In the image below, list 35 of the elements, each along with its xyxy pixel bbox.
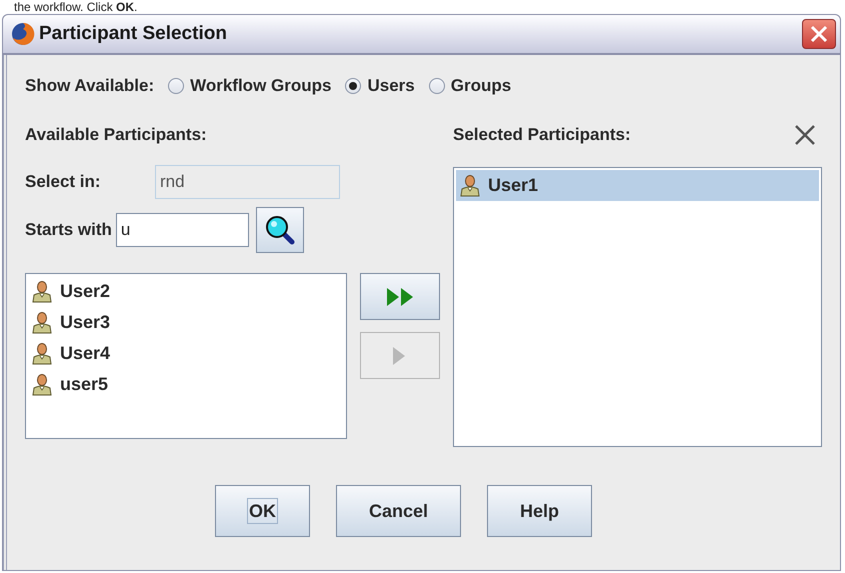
select-in-label: Select in:: [25, 172, 102, 192]
available-heading: Available Participants:: [25, 125, 207, 145]
list-item[interactable]: user5: [28, 369, 344, 400]
user-icon: [32, 342, 52, 364]
list-item[interactable]: User4: [28, 338, 344, 369]
dialog-button[interactable]: Cancel: [336, 485, 461, 537]
search-button[interactable]: [256, 207, 304, 253]
close-button[interactable]: [802, 19, 836, 49]
search-icon: [264, 215, 295, 245]
radio-option[interactable]: Workflow Groups: [168, 76, 332, 96]
user-icon: [32, 280, 52, 302]
user-icon: [460, 174, 480, 196]
dialog-button[interactable]: OK: [214, 485, 310, 537]
radio-circle[interactable]: [345, 78, 362, 94]
close-icon: [809, 24, 829, 44]
double-arrow-icon: [385, 286, 415, 308]
list-item[interactable]: User2: [28, 276, 344, 307]
list-item[interactable]: User3: [28, 307, 344, 338]
user-icon: [32, 312, 52, 334]
add-all-button[interactable]: [360, 273, 440, 320]
dialog-button[interactable]: Help: [487, 485, 592, 537]
remove-icon[interactable]: [794, 124, 816, 146]
starts-with-field[interactable]: u: [116, 213, 249, 247]
radio-option[interactable]: Groups: [428, 76, 512, 96]
caption-text: the workflow. Click OK.: [13, 0, 138, 14]
user-icon: [32, 374, 52, 396]
radio-circle[interactable]: [428, 78, 445, 94]
show-available-label: Show Available:: [25, 76, 154, 96]
app-icon: [11, 22, 35, 46]
list-item[interactable]: User1: [456, 170, 819, 201]
selected-heading: Selected Participants:: [453, 125, 631, 145]
starts-with-label: Starts with: [25, 220, 112, 240]
radio-circle[interactable]: [168, 78, 184, 94]
window-title: Participant Selection: [39, 23, 228, 45]
radio-option[interactable]: Users: [345, 76, 415, 96]
